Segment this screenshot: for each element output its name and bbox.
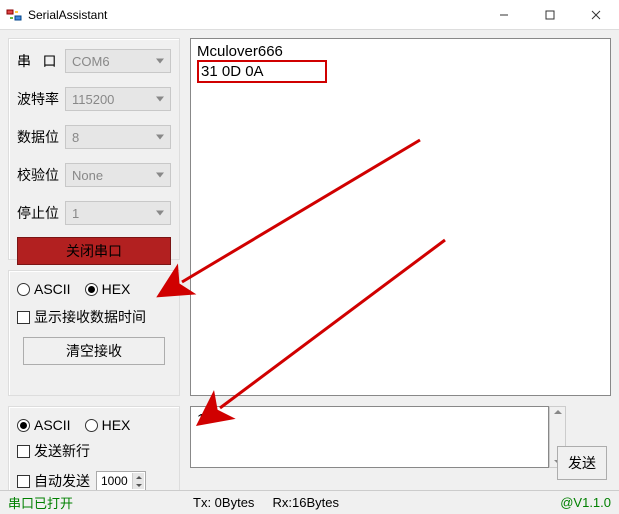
status-tx: Tx: 0Bytes — [193, 495, 254, 510]
radio-icon — [85, 419, 98, 432]
window-title: SerialAssistant — [28, 8, 107, 22]
stopbits-label: 停止位 — [17, 203, 65, 223]
port-select[interactable]: COM6 — [65, 49, 171, 73]
radio-icon — [85, 283, 98, 296]
port-label: 串 口 — [17, 51, 65, 71]
send-input[interactable]: 1 — [190, 406, 549, 468]
client-area: 串 口 COM6 波特率 115200 数据位 8 校验位 None 停止位 1… — [0, 30, 619, 490]
recv-ascii-radio[interactable]: ASCII — [17, 281, 71, 297]
app-icon — [6, 7, 22, 23]
show-recv-time-checkbox[interactable]: 显示接收数据时间 — [17, 307, 171, 327]
send-newline-checkbox[interactable]: 发送新行 — [17, 441, 171, 461]
serial-config-panel: 串 口 COM6 波特率 115200 数据位 8 校验位 None 停止位 1… — [8, 38, 180, 260]
send-options-panel: ASCII HEX 发送新行 自动发送 1000 — [8, 406, 180, 502]
checkbox-icon — [17, 445, 30, 458]
parity-label: 校验位 — [17, 165, 65, 185]
receive-output[interactable]: Mculover666 31 0D 0A — [190, 38, 611, 396]
auto-send-checkbox[interactable]: 自动发送 — [17, 471, 90, 491]
status-version: @V1.1.0 — [560, 495, 611, 510]
recv-hex-radio[interactable]: HEX — [85, 281, 131, 297]
status-rx: Rx:16Bytes — [273, 495, 339, 510]
titlebar: SerialAssistant — [0, 0, 619, 30]
stopbits-select[interactable]: 1 — [65, 201, 171, 225]
recv-line-2: 31 0D 0A — [197, 60, 327, 83]
radio-icon — [17, 283, 30, 296]
send-ascii-radio[interactable]: ASCII — [17, 417, 71, 433]
baud-label: 波特率 — [17, 89, 65, 109]
checkbox-icon — [17, 311, 30, 324]
maximize-button[interactable] — [527, 0, 573, 30]
send-button[interactable]: 发送 — [557, 446, 607, 480]
close-button[interactable] — [573, 0, 619, 30]
auto-send-interval-spinner[interactable]: 1000 — [96, 471, 146, 491]
databits-label: 数据位 — [17, 127, 65, 147]
recv-line-1: Mculover666 — [197, 43, 604, 60]
clear-recv-button[interactable]: 清空接收 — [23, 337, 165, 365]
status-bar: 串口已打开 Tx: 0Bytes Rx:16Bytes @V1.1.0 — [0, 490, 619, 514]
minimize-button[interactable] — [481, 0, 527, 30]
databits-select[interactable]: 8 — [65, 125, 171, 149]
checkbox-icon — [17, 475, 30, 488]
recv-options-panel: ASCII HEX 显示接收数据时间 清空接收 — [8, 270, 180, 396]
status-port-open: 串口已打开 — [8, 493, 73, 512]
spinner-up-icon[interactable] — [132, 473, 144, 481]
close-port-button[interactable]: 关闭串口 — [17, 237, 171, 265]
spinner-down-icon[interactable] — [132, 481, 144, 489]
scroll-up-icon — [554, 410, 562, 414]
parity-select[interactable]: None — [65, 163, 171, 187]
baud-select[interactable]: 115200 — [65, 87, 171, 111]
radio-icon — [17, 419, 30, 432]
send-hex-radio[interactable]: HEX — [85, 417, 131, 433]
